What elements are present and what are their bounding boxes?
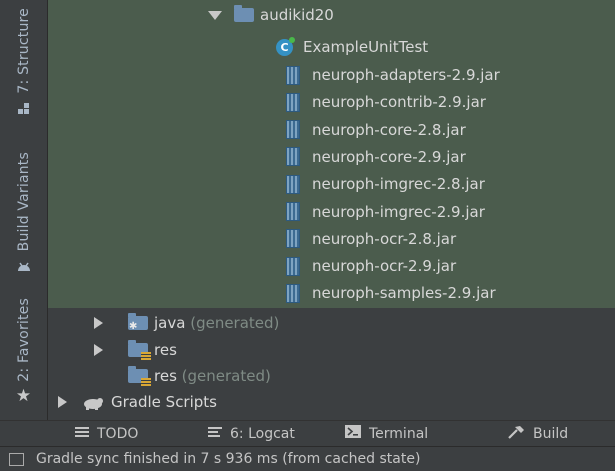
gradle-scripts-label: Gradle Scripts [111, 393, 217, 411]
hammer-icon [507, 425, 525, 443]
left-tool-strip: 7: Structure Build Variants 2: Favorites… [0, 0, 48, 420]
jar-label: neuroph-core-2.8.jar [312, 120, 466, 139]
status-bar: Gradle sync finished in 7 s 936 ms (from… [0, 446, 615, 471]
favorites-tab-label: 2: Favorites [15, 298, 32, 382]
project-tree: audikid20 C ExampleUnitTest neuroph-adap… [48, 0, 615, 420]
collapse-arrow-icon[interactable] [94, 344, 103, 356]
todo-button[interactable]: TODO [75, 426, 138, 442]
status-message: Gradle sync finished in 7 s 936 ms (from… [36, 451, 421, 467]
jar-library-icon [286, 283, 300, 303]
gradle-elephant-icon [81, 396, 103, 410]
jar-library-icon [286, 120, 300, 140]
build-variants-tab[interactable]: Build Variants [0, 152, 47, 276]
jar-library-icon [286, 92, 300, 112]
jar-library-icon [286, 256, 300, 276]
jar-library-icon [286, 174, 300, 194]
build-label: Build [533, 425, 569, 442]
jar-label: neuroph-adapters-2.9.jar [312, 66, 500, 84]
jar-label: neuroph-contrib-2.9.jar [312, 93, 486, 112]
res-generated-label: res [154, 367, 177, 385]
tree-gradle-row[interactable]: Gradle Scripts [48, 389, 615, 415]
folder-icon [234, 5, 254, 22]
logcat-icon [208, 426, 222, 442]
structure-icon [17, 100, 30, 119]
android-icon [17, 257, 31, 276]
tree-jar-row[interactable]: neuroph-core-2.9.jar [48, 144, 615, 170]
structure-tab-label: 7: Structure [15, 8, 32, 94]
jar-library-icon [286, 229, 300, 249]
terminal-icon [345, 425, 361, 442]
jar-label: neuroph-samples-2.9.jar [312, 284, 496, 303]
tree-jar-row[interactable]: neuroph-core-2.8.jar [48, 117, 615, 143]
star-icon: ★ [15, 385, 32, 406]
tree-jar-row[interactable]: neuroph-ocr-2.8.jar [48, 226, 615, 252]
jar-library-icon [286, 202, 300, 221]
tree-jar-row[interactable]: neuroph-contrib-2.9.jar [48, 89, 615, 115]
tree-jar-row[interactable]: neuroph-imgrec-2.9.jar [48, 199, 615, 225]
res-folder-icon [128, 340, 151, 360]
terminal-button[interactable]: Terminal [345, 425, 428, 442]
collapse-arrow-icon[interactable] [58, 396, 67, 408]
tool-window-bar: TODO 6: Logcat Terminal Build [0, 420, 615, 446]
tree-jar-row[interactable]: neuroph-samples-2.9.jar [48, 280, 615, 306]
tree-module-row[interactable]: audikid20 [48, 2, 615, 28]
java-label: java [154, 314, 186, 332]
jar-library-icon [286, 147, 300, 167]
structure-tab[interactable]: 7: Structure [0, 8, 47, 119]
list-icon [75, 426, 89, 442]
tree-jar-row[interactable]: neuroph-ocr-2.9.jar [48, 253, 615, 279]
favorites-tab[interactable]: 2: Favorites ★ [0, 298, 47, 405]
logcat-button[interactable]: 6: Logcat [208, 426, 295, 442]
java-generated-label: (generated) [190, 314, 280, 332]
todo-label: TODO [97, 425, 139, 442]
generated-folder-icon: ✱ [128, 313, 148, 332]
terminal-label: Terminal [369, 425, 429, 442]
expand-arrow-icon[interactable] [208, 10, 222, 20]
tree-res-generated-row[interactable]: res (generated) [48, 363, 615, 389]
jar-label: neuroph-imgrec-2.9.jar [312, 202, 485, 221]
collapse-arrow-icon[interactable] [94, 317, 103, 329]
jar-label: neuroph-ocr-2.9.jar [312, 257, 457, 276]
res-label: res [154, 341, 177, 359]
tree-jar-row[interactable]: neuroph-imgrec-2.8.jar [48, 171, 615, 197]
panel-toggle-icon[interactable] [9, 452, 24, 466]
jar-label: neuroph-core-2.9.jar [312, 147, 466, 166]
class-icon: C [276, 36, 295, 56]
build-button[interactable]: Build [507, 425, 568, 443]
jar-label: neuroph-imgrec-2.8.jar [312, 175, 485, 194]
logcat-label: 6: Logcat [230, 425, 295, 442]
module-label: audikid20 [260, 6, 334, 24]
build-variants-tab-label: Build Variants [15, 152, 32, 252]
tree-test-class-row[interactable]: C ExampleUnitTest [48, 34, 615, 60]
res-generated-suffix: (generated) [181, 367, 271, 385]
res-folder-icon [128, 366, 151, 386]
tree-res-row[interactable]: res [48, 337, 615, 363]
jar-library-icon [286, 65, 300, 85]
tree-java-row[interactable]: ✱ java (generated) [48, 310, 615, 336]
test-class-label: ExampleUnitTest [303, 38, 429, 56]
tree-jar-row[interactable]: neuroph-adapters-2.9.jar [48, 62, 615, 88]
jar-label: neuroph-ocr-2.8.jar [312, 229, 457, 248]
